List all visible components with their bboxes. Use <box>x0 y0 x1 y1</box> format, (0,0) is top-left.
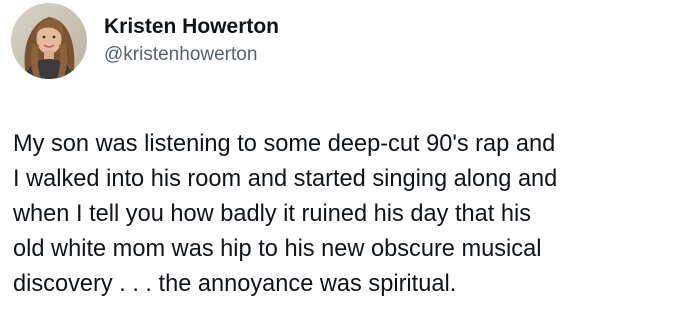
tweet-card: Kristen Howerton @kristenhowerton My son… <box>0 0 700 320</box>
tweet-header: Kristen Howerton @kristenhowerton <box>11 0 279 79</box>
avatar-photo-icon <box>11 3 87 79</box>
author-names: Kristen Howerton @kristenhowerton <box>104 14 279 68</box>
tweet-text: My son was listening to some deep-cut 90… <box>13 131 558 297</box>
author-handle[interactable]: @kristenhowerton <box>104 42 279 68</box>
author-display-name[interactable]: Kristen Howerton <box>104 14 279 40</box>
author-avatar[interactable] <box>11 3 87 79</box>
